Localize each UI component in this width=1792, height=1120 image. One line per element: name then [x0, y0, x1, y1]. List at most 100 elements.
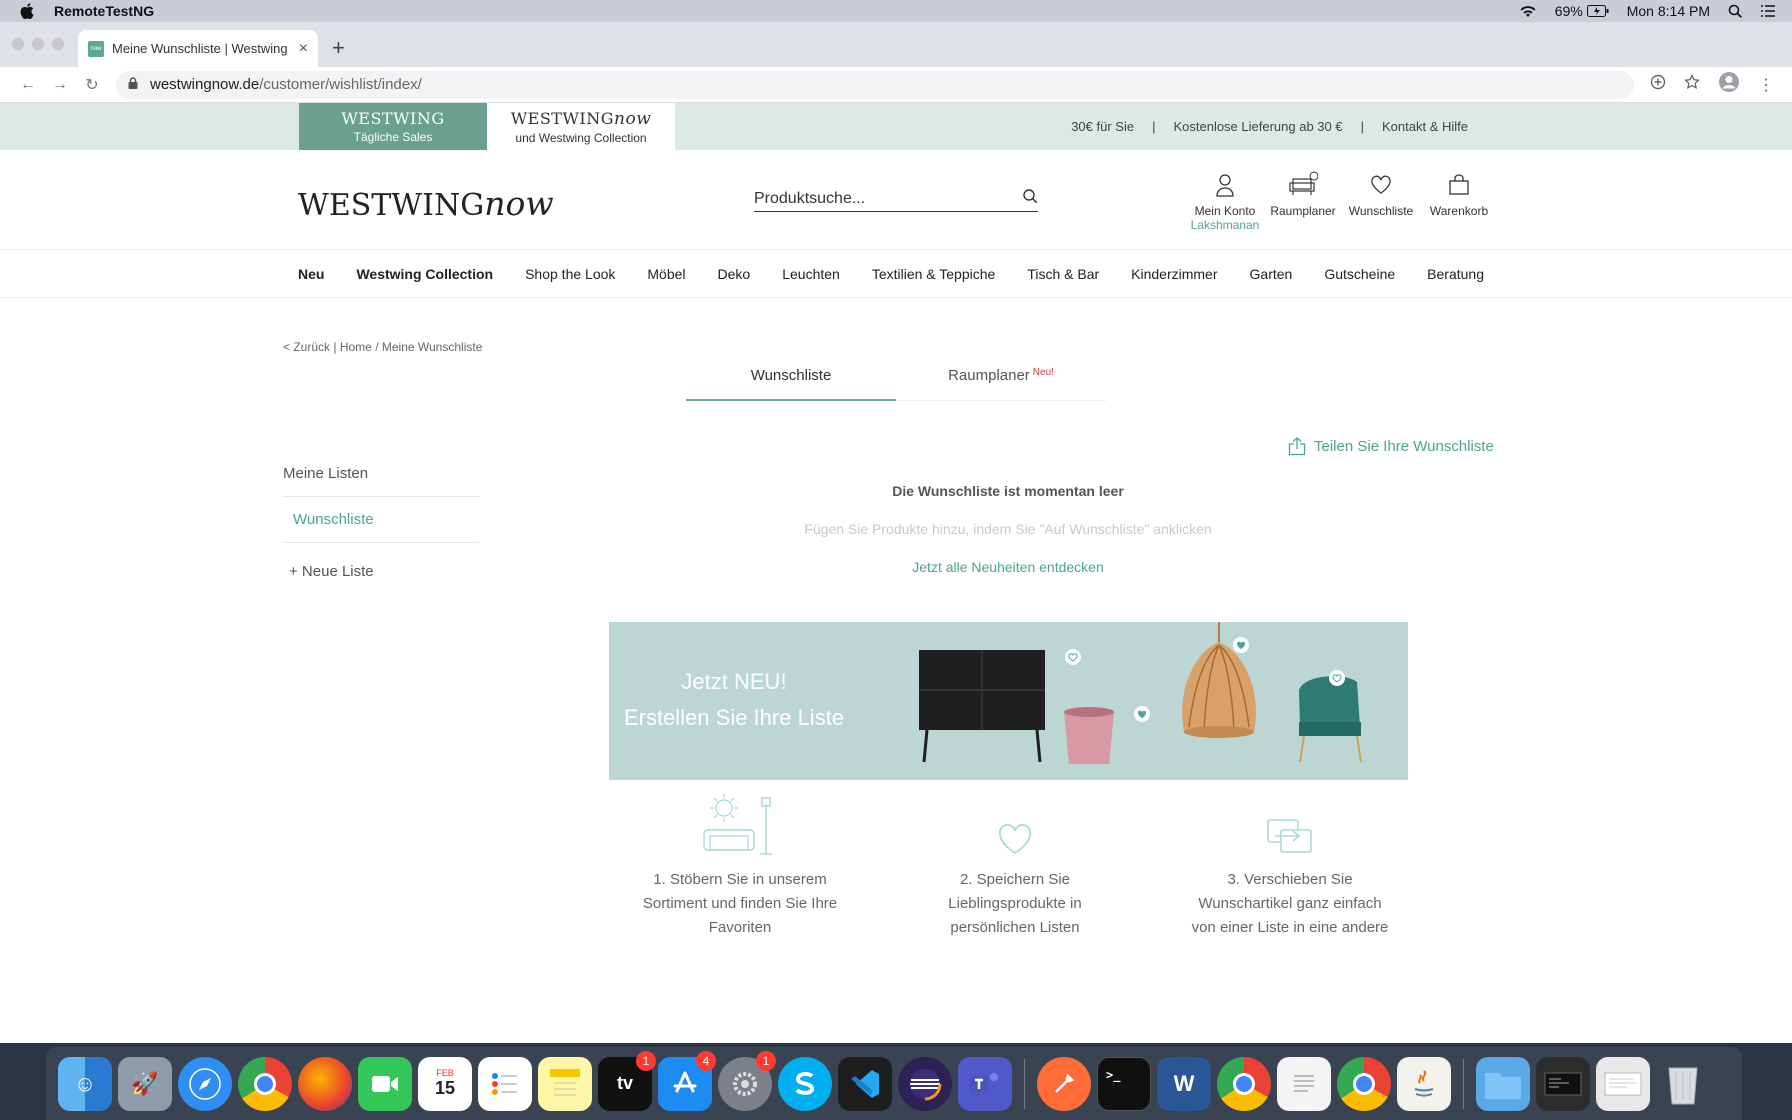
- eclipse-icon[interactable]: [898, 1056, 952, 1111]
- nav-item-neu[interactable]: Neu: [298, 266, 324, 282]
- document-preview-icon[interactable]: [1596, 1056, 1650, 1111]
- url-field[interactable]: westwingnow.de/customer/wishlist/index/: [116, 70, 1634, 99]
- create-list-banner[interactable]: Jetzt NEU! Erstellen Sie Ihre Liste: [609, 622, 1408, 780]
- downloads-folder-icon[interactable]: [1476, 1056, 1530, 1111]
- nav-item-tisch-bar[interactable]: Tisch & Bar: [1027, 266, 1099, 282]
- calendar-icon[interactable]: FEB 15: [418, 1056, 472, 1111]
- chrome-icon[interactable]: [1337, 1056, 1391, 1111]
- tab-title: Meine Wunschliste | Westwing: [112, 41, 288, 56]
- bookmark-star-icon[interactable]: [1684, 73, 1700, 95]
- nav-item-garten[interactable]: Garten: [1250, 266, 1293, 282]
- system-preferences-icon[interactable]: 1: [718, 1050, 776, 1111]
- launchpad-icon[interactable]: 🚀: [118, 1056, 172, 1111]
- banner-text: Jetzt NEU! Erstellen Sie Ihre Liste: [609, 664, 859, 736]
- nav-item-moebel[interactable]: Möbel: [647, 266, 685, 282]
- new-tab-button[interactable]: +: [332, 35, 345, 61]
- browser-tab-active[interactable]: now Meine Wunschliste | Westwing ×: [78, 30, 318, 67]
- finder-icon[interactable]: ☺: [58, 1056, 112, 1111]
- reminders-icon[interactable]: [478, 1056, 532, 1111]
- firefox-icon[interactable]: [298, 1056, 352, 1111]
- service-separator: |: [1360, 119, 1364, 134]
- install-app-icon[interactable]: [1650, 74, 1666, 95]
- nav-item-leuchten[interactable]: Leuchten: [782, 266, 840, 282]
- new-badge: Neu!: [1032, 367, 1054, 378]
- url-host: westwingnow.de: [150, 76, 260, 93]
- window-preview-icon[interactable]: [1536, 1056, 1590, 1111]
- nav-item-beratung[interactable]: Beratung: [1427, 266, 1484, 282]
- apple-icon[interactable]: [18, 2, 36, 20]
- apple-tv-label: tv: [616, 1073, 633, 1093]
- facetime-icon[interactable]: [358, 1056, 412, 1111]
- how-it-works-steps: 1. Stöbern Sie in unserem Sortiment und …: [620, 794, 1410, 940]
- contact-help-link[interactable]: Kontakt & Hilfe: [1382, 119, 1468, 134]
- menubar-clock[interactable]: Mon 8:14 PM: [1627, 3, 1710, 19]
- teams-icon[interactable]: [958, 1056, 1012, 1111]
- list-item-wunschliste[interactable]: Wunschliste: [283, 497, 479, 543]
- lock-icon[interactable]: [128, 77, 138, 92]
- back-link[interactable]: < Zurück: [283, 340, 330, 354]
- search-input[interactable]: Produktsuche...: [754, 190, 1022, 208]
- vscode-icon[interactable]: [838, 1056, 892, 1111]
- search-icon[interactable]: [1022, 188, 1038, 209]
- discover-new-link[interactable]: Jetzt alle Neuheiten entdecken: [608, 559, 1408, 575]
- spotlight-search-icon[interactable]: [1728, 4, 1742, 18]
- reload-icon[interactable]: ↻: [76, 75, 108, 95]
- terminal-icon[interactable]: >_: [1097, 1056, 1151, 1111]
- close-tab-icon[interactable]: ×: [299, 40, 308, 58]
- nav-item-deko[interactable]: Deko: [718, 266, 751, 282]
- battery-status[interactable]: 69%: [1555, 3, 1609, 19]
- westwing-now-tab[interactable]: WESTWINGnow und Westwing Collection: [487, 103, 675, 150]
- nav-item-westwing-collection[interactable]: Westwing Collection: [356, 266, 493, 282]
- postman-icon[interactable]: [1037, 1056, 1091, 1111]
- voucher-link[interactable]: 30€ für Sie: [1071, 119, 1134, 134]
- notes-icon[interactable]: [538, 1056, 592, 1111]
- nav-item-textilien-teppiche[interactable]: Textilien & Teppiche: [872, 266, 995, 282]
- breadcrumb-separator: |: [333, 340, 337, 354]
- empty-title: Die Wunschliste ist momentan leer: [892, 483, 1124, 499]
- breadcrumb-home[interactable]: Home: [340, 340, 372, 354]
- nav-item-shop-the-look[interactable]: Shop the Look: [525, 266, 615, 282]
- share-wishlist-link[interactable]: Teilen Sie Ihre Wunschliste: [1288, 436, 1494, 456]
- chrome-icon[interactable]: [238, 1056, 292, 1111]
- heart-icon: [1342, 170, 1420, 200]
- step-3-line-3: von einer Liste in eine andere: [1191, 919, 1389, 936]
- browser-menu-icon[interactable]: ⋮: [1758, 75, 1774, 95]
- tab-raumplaner-label: Raumplaner: [948, 367, 1030, 384]
- tab-wunschliste[interactable]: Wunschliste: [686, 355, 896, 401]
- back-arrow-icon[interactable]: ←: [12, 76, 44, 94]
- minimize-window-button[interactable]: [32, 38, 44, 50]
- room-planner-button[interactable]: Raumplaner: [1264, 170, 1342, 232]
- product-search[interactable]: Produktsuche...: [754, 186, 1038, 212]
- new-list-button[interactable]: + Neue Liste: [283, 543, 479, 600]
- free-delivery-link[interactable]: Kostenlose Lieferung ab 30 €: [1173, 119, 1342, 134]
- account-button[interactable]: Mein Konto Lakshmanan: [1186, 170, 1264, 232]
- chrome-icon[interactable]: [1217, 1056, 1271, 1111]
- safari-icon[interactable]: [178, 1056, 232, 1111]
- tab-raumplaner[interactable]: Raumplaner Neu!: [896, 355, 1106, 401]
- textedit-icon[interactable]: [1277, 1056, 1331, 1111]
- wifi-icon[interactable]: [1519, 5, 1537, 18]
- app-store-icon[interactable]: 4: [658, 1050, 716, 1111]
- word-icon[interactable]: W: [1157, 1056, 1211, 1111]
- control-center-icon[interactable]: [1760, 5, 1776, 17]
- nav-item-kinderzimmer[interactable]: Kinderzimmer: [1131, 266, 1217, 282]
- active-app-name[interactable]: RemoteTestNG: [54, 3, 154, 19]
- westwing-now-brand-logo[interactable]: WESTWINGnow: [298, 184, 554, 223]
- zoom-window-button[interactable]: [52, 38, 64, 50]
- cart-button[interactable]: Warenkorb: [1420, 170, 1498, 232]
- skype-icon[interactable]: [778, 1056, 832, 1111]
- forward-arrow-icon[interactable]: →: [44, 76, 76, 94]
- nav-item-gutscheine[interactable]: Gutscheine: [1324, 266, 1395, 282]
- close-window-button[interactable]: [12, 38, 24, 50]
- trash-icon[interactable]: [1656, 1057, 1710, 1111]
- java-icon[interactable]: [1397, 1056, 1451, 1111]
- wishlist-label: Wunschliste: [1348, 204, 1414, 218]
- profile-avatar-icon[interactable]: [1718, 71, 1740, 98]
- dock-separator: [1463, 1058, 1464, 1109]
- wishlist-button[interactable]: Wunschliste: [1342, 170, 1420, 232]
- window-controls: [12, 38, 64, 50]
- westwing-sales-tab[interactable]: WESTWING Tägliche Sales: [299, 103, 487, 150]
- notification-badge: 4: [696, 1050, 716, 1071]
- apple-tv-icon[interactable]: tv 1: [598, 1050, 656, 1111]
- breadcrumb: < Zurück | Home / Meine Wunschliste: [283, 340, 482, 354]
